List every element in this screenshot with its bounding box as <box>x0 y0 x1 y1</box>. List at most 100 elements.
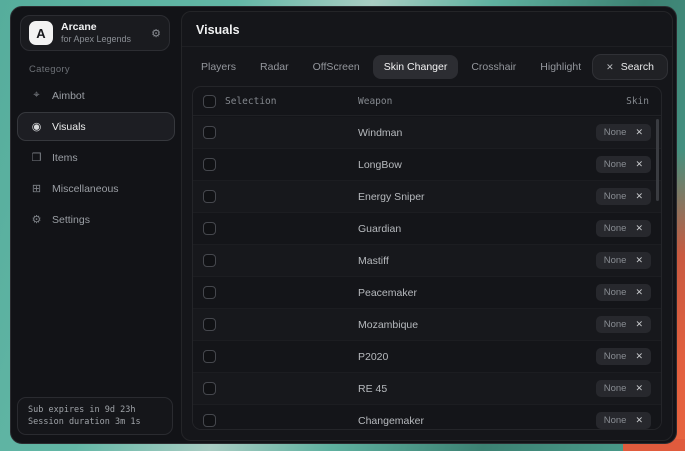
weapon-name: Mozambique <box>358 319 418 331</box>
table-row: Changemaker None ✕ <box>193 405 661 430</box>
clear-skin-icon[interactable]: ✕ <box>635 223 643 234</box>
app-logo: A <box>29 21 53 45</box>
skin-badge[interactable]: None ✕ <box>596 156 651 173</box>
row-checkbox[interactable] <box>203 286 216 299</box>
clear-skin-icon[interactable]: ✕ <box>635 383 643 394</box>
app-meta: Arcane for Apex Legends <box>61 21 143 45</box>
clear-skin-icon[interactable]: ✕ <box>635 287 643 298</box>
weapon-name: Guardian <box>358 223 401 235</box>
category-label: Category <box>29 64 70 75</box>
clear-skin-icon[interactable]: ✕ <box>635 127 643 138</box>
tab-radar[interactable]: Radar <box>249 55 300 79</box>
row-checkbox[interactable] <box>203 414 216 427</box>
tab-offscreen[interactable]: OffScreen <box>302 55 371 79</box>
row-checkbox[interactable] <box>203 318 216 331</box>
clear-skin-icon[interactable]: ✕ <box>635 159 643 170</box>
table-row: RE 45 None ✕ <box>193 373 661 405</box>
page-title: Visuals <box>182 12 672 47</box>
column-header-skin: Skin <box>626 96 649 107</box>
skin-badge[interactable]: None ✕ <box>596 380 651 397</box>
skin-badge[interactable]: None ✕ <box>596 188 651 205</box>
skin-value: None <box>604 383 627 394</box>
tab-highlight[interactable]: Highlight <box>529 55 592 79</box>
row-checkbox[interactable] <box>203 158 216 171</box>
table-row: Guardian None ✕ <box>193 213 661 245</box>
clear-skin-icon[interactable]: ✕ <box>635 255 643 266</box>
scrollbar-thumb[interactable] <box>656 119 659 201</box>
skin-badge[interactable]: None ✕ <box>596 124 651 141</box>
eye-icon: ◉ <box>30 120 43 133</box>
skin-value: None <box>604 223 627 234</box>
row-checkbox[interactable] <box>203 350 216 363</box>
sidebar-item-visuals[interactable]: ◉ Visuals <box>17 112 175 141</box>
skin-badge[interactable]: None ✕ <box>596 412 651 429</box>
table-row: Peacemaker None ✕ <box>193 277 661 309</box>
weapon-name: P2020 <box>358 351 388 363</box>
column-header-selection: Selection <box>225 96 276 107</box>
sub-expiry-text: Sub expires in 9d 23h <box>28 405 162 415</box>
tabs-row: PlayersRadarOffScreenSkin ChangerCrossha… <box>182 47 672 87</box>
row-checkbox[interactable] <box>203 254 216 267</box>
table-row: Mozambique None ✕ <box>193 309 661 341</box>
skin-value: None <box>604 191 627 202</box>
row-checkbox[interactable] <box>203 222 216 235</box>
app-subtitle: for Apex Legends <box>61 34 143 45</box>
sidebar-item-items[interactable]: ❒ Items <box>17 143 175 172</box>
sidebar-item-label: Items <box>52 152 78 164</box>
skin-value: None <box>604 351 627 362</box>
app-header-card: A Arcane for Apex Legends ⚙ <box>20 15 170 51</box>
tab-skin-changer[interactable]: Skin Changer <box>373 55 459 79</box>
tab-crosshair[interactable]: Crosshair <box>460 55 527 79</box>
skin-badge[interactable]: None ✕ <box>596 220 651 237</box>
app-name: Arcane <box>61 21 143 34</box>
search-label: Search <box>621 61 654 73</box>
sidebar-item-aimbot[interactable]: ⌖ Aimbot <box>17 81 175 110</box>
sidebar-item-label: Miscellaneous <box>52 183 119 195</box>
grid-icon: ⊞ <box>30 182 43 195</box>
sidebar-item-miscellaneous[interactable]: ⊞ Miscellaneous <box>17 174 175 203</box>
clear-skin-icon[interactable]: ✕ <box>635 191 643 202</box>
clear-skin-icon[interactable]: ✕ <box>635 351 643 362</box>
skin-badge[interactable]: None ✕ <box>596 316 651 333</box>
sidebar-item-label: Aimbot <box>52 90 85 102</box>
table-row: Mastiff None ✕ <box>193 245 661 277</box>
crosshair-icon: ⌖ <box>30 89 43 102</box>
sidebar-item-settings[interactable]: ⚙ Settings <box>17 205 175 234</box>
weapon-name: RE 45 <box>358 383 387 395</box>
skin-value: None <box>604 287 627 298</box>
tab-players[interactable]: Players <box>190 55 247 79</box>
clear-skin-icon[interactable]: ✕ <box>635 415 643 426</box>
skin-badge[interactable]: None ✕ <box>596 284 651 301</box>
session-info-card: Sub expires in 9d 23h Session duration 3… <box>17 397 173 435</box>
select-all-checkbox[interactable] <box>203 95 216 108</box>
weapon-name: LongBow <box>358 159 402 171</box>
row-checkbox[interactable] <box>203 190 216 203</box>
gear-icon: ⚙ <box>30 213 43 226</box>
header-gear-icon[interactable]: ⚙ <box>151 27 161 40</box>
table-row: Windman None ✕ <box>193 117 661 149</box>
skin-badge[interactable]: None ✕ <box>596 348 651 365</box>
table-row: Energy Sniper None ✕ <box>193 181 661 213</box>
weapon-name: Energy Sniper <box>358 191 425 203</box>
app-window: A Arcane for Apex Legends ⚙ Category ⌖ A… <box>10 6 677 444</box>
skin-value: None <box>604 127 627 138</box>
skin-value: None <box>604 159 627 170</box>
row-checkbox[interactable] <box>203 126 216 139</box>
sidebar-item-label: Visuals <box>52 121 86 133</box>
main-panel: Visuals PlayersRadarOffScreenSkin Change… <box>181 11 673 441</box>
table-row: LongBow None ✕ <box>193 149 661 181</box>
skin-changer-table: Selection Weapon Skin Windman None ✕ Lon… <box>192 86 662 430</box>
skin-badge[interactable]: None ✕ <box>596 252 651 269</box>
weapon-name: Changemaker <box>358 415 424 427</box>
package-icon: ❒ <box>30 151 43 164</box>
weapon-name: Mastiff <box>358 255 389 267</box>
skin-value: None <box>604 255 627 266</box>
row-checkbox[interactable] <box>203 382 216 395</box>
column-header-weapon: Weapon <box>358 96 392 107</box>
skin-value: None <box>604 319 627 330</box>
sidebar-item-label: Settings <box>52 214 90 226</box>
clear-skin-icon[interactable]: ✕ <box>635 319 643 330</box>
search-button[interactable]: ✕ Search <box>592 54 668 80</box>
tab-bar: PlayersRadarOffScreenSkin ChangerCrossha… <box>190 55 592 79</box>
sidebar: A Arcane for Apex Legends ⚙ Category ⌖ A… <box>11 7 181 443</box>
